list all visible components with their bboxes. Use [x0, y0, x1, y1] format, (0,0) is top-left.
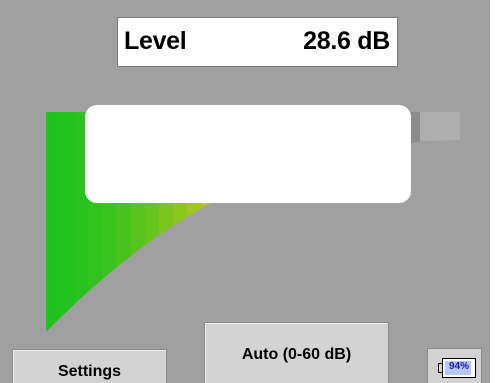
settings-button-label: Settings: [57, 362, 122, 380]
battery-percent: 94%: [448, 361, 469, 372]
range-button-label: Auto (0-60 dB): [241, 346, 352, 363]
battery-icon: 94%: [442, 358, 476, 378]
range-button[interactable]: Auto (0-60 dB): [204, 322, 389, 383]
meter-screen: Level 28.6 dB Settings Auto (0-60 dB) 94…: [0, 0, 490, 383]
meter-tail-segment: [420, 112, 460, 142]
level-value: 28.6 dB: [303, 27, 390, 55]
battery-indicator: 94%: [427, 348, 482, 383]
level-readout: Level 28.6 dB: [117, 17, 398, 67]
meter-bar: [60, 112, 75, 318]
blank-panel: [85, 105, 411, 203]
settings-button[interactable]: Settings: [12, 349, 167, 383]
meter-bar: [46, 112, 61, 332]
level-label: Level: [124, 27, 187, 55]
